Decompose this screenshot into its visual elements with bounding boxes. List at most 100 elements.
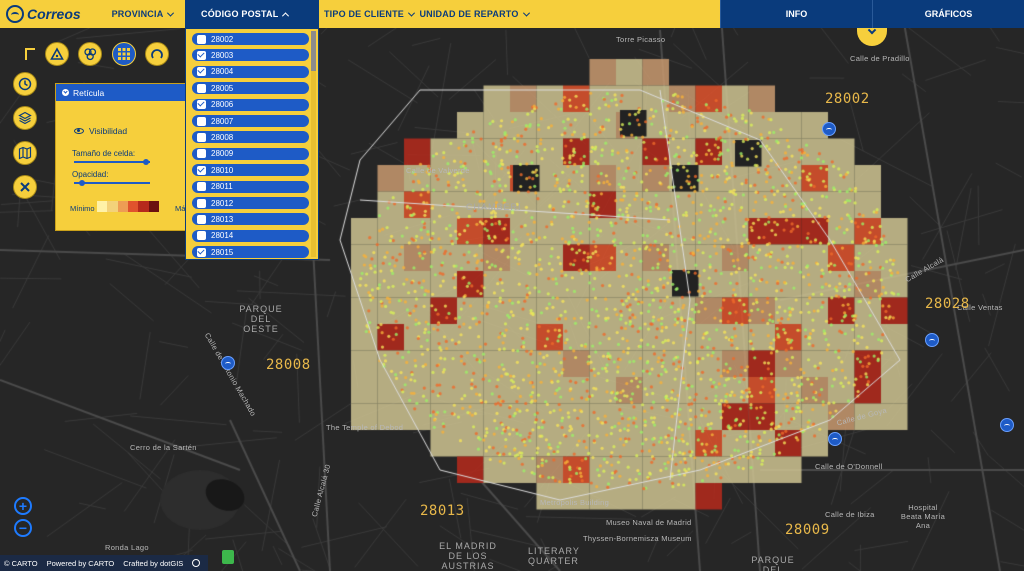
post-office-icon[interactable] [925,333,939,347]
post-office-icon[interactable] [822,122,836,136]
checkbox-checked-icon[interactable] [197,67,206,77]
grid-panel-header[interactable]: Retícula [56,84,204,101]
chevron-down-icon [62,89,69,96]
cell-size-slider[interactable] [74,161,150,163]
postal-code-option-label: 28007 [211,116,234,126]
grid-icon [118,48,130,60]
street-label: Calle de Pradillo [850,54,910,63]
district-label: LITERARY QUARTER [528,546,580,566]
checkbox-icon[interactable] [197,182,206,192]
place-label: Torre Picasso [616,35,666,44]
zoom-in-button[interactable]: + [14,497,32,515]
grid-panel: Retícula Visibilidad Tamaño de celda: Op… [55,83,205,231]
place-label: Cerro de la Sartén [130,443,197,452]
reset-icon [151,49,163,59]
postal-code-option[interactable]: 28015 [192,246,309,259]
chevron-down-icon [407,9,416,17]
logo-text: Correos [27,6,81,22]
checkbox-icon[interactable] [197,83,206,93]
postal-code-option-label: 28005 [211,83,234,93]
map-tool[interactable] [13,141,37,165]
district-label: CHAMBERÍ [466,202,522,212]
cell-size-label: Tamaño de celda: [72,149,136,158]
checkbox-icon[interactable] [197,132,206,142]
postal-code-option[interactable]: 28013 [192,213,309,226]
postal-code-option[interactable]: 28003 [192,49,309,62]
carto-credit[interactable]: © CARTO [4,559,38,568]
reset-tool[interactable] [145,42,169,66]
cell-size-thumb[interactable] [143,159,150,165]
street-label: Calle de O'Donnell [815,462,883,471]
grid-tool[interactable] [112,42,136,66]
powered-by-credit[interactable]: Powered by CARTO [47,559,115,568]
triangle-tool[interactable] [45,42,69,66]
nav-tipo-cliente[interactable]: TIPO DE CLIENTE [319,0,419,28]
dropdown-scrollbar[interactable] [311,31,316,257]
checkbox-icon[interactable] [197,214,206,224]
chevron-down-icon [167,9,175,17]
checkbox-checked-icon[interactable] [197,100,206,110]
nav-info[interactable]: INFO [720,0,872,28]
export-icon[interactable] [222,550,234,564]
postal-code-option[interactable]: 28014 [192,229,309,242]
close-tool[interactable] [13,175,37,199]
chevron-up-icon [282,11,290,19]
checkbox-checked-icon[interactable] [197,247,206,257]
triangle-icon [50,47,64,60]
postal-code-option-label: 28004 [211,67,234,77]
checkbox-icon[interactable] [197,198,206,208]
postal-code-option[interactable]: 28002 [192,33,309,45]
postal-code-option[interactable]: 28011 [192,180,309,193]
opacity-slider[interactable] [74,182,150,184]
layers-tool[interactable] [13,106,37,130]
legend-swatch [97,201,108,212]
postal-code-option-label: 28014 [211,231,234,241]
place-label: Hospital Beata María Ana [900,503,946,530]
nav-codigo-postal[interactable]: CÓDIGO POSTAL [185,0,319,28]
place-label: Museo Naval de Madrid [606,518,692,527]
hexagon-icon [84,48,97,61]
post-office-icon[interactable] [1000,418,1014,432]
checkbox-icon[interactable] [197,149,206,159]
map-icon [18,146,32,160]
postal-code-option[interactable]: 28009 [192,147,309,160]
layers-icon [18,111,32,125]
hexagon-tool[interactable] [78,42,102,66]
checkbox-checked-icon[interactable] [197,50,206,60]
chevron-down-icon [522,9,530,17]
postal-code-option-label: 28010 [211,165,234,175]
postal-code-option[interactable]: 28008 [192,131,309,144]
post-office-icon[interactable] [221,356,235,370]
logo[interactable]: Correos [0,0,100,28]
checkbox-icon[interactable] [197,231,206,241]
clock-tool[interactable] [13,72,37,96]
post-horn-icon [6,5,24,23]
postal-code-option-label: 28015 [211,247,234,257]
postal-code-option[interactable]: 28010 [192,164,309,177]
postal-code-option[interactable]: 28005 [192,82,309,95]
street-label: Ronda Lago [105,543,149,552]
legend-swatch [107,201,118,212]
postal-code-option-label: 28003 [211,50,234,60]
zoom-out-button[interactable]: − [14,519,32,537]
postal-code-option[interactable]: 28012 [192,197,309,209]
postal-code-dropdown: 28002 28003 28004 28005 28006 28007 28008 28009… [185,28,319,260]
nav-unidad-reparto[interactable]: UNIDAD DE REPARTO [419,0,530,28]
crafted-by-credit[interactable]: Crafted by dotGIS [123,559,183,568]
eye-icon [74,128,84,134]
post-office-icon[interactable] [828,432,842,446]
postal-code-option[interactable]: 28004 [192,65,309,78]
visibility-toggle[interactable]: Visibilidad [74,126,127,136]
opacity-thumb[interactable] [78,180,85,186]
postal-code-option[interactable]: 28006 [192,98,309,111]
checkbox-icon[interactable] [197,34,206,44]
nav-provincia[interactable]: PROVINCIA [100,0,185,28]
checkbox-checked-icon[interactable] [197,165,206,175]
postal-code-label: 28028 [925,296,970,312]
nav-graficos[interactable]: GRÁFICOS [872,0,1024,28]
checkbox-icon[interactable] [197,116,206,126]
postal-code-option[interactable]: 28007 [192,115,309,127]
postal-code-option-label: 28013 [211,214,234,224]
top-bar: Correos PROVINCIA CÓDIGO POSTAL TIPO DE … [0,0,1024,28]
nav-right: INFO GRÁFICOS [720,0,1024,28]
